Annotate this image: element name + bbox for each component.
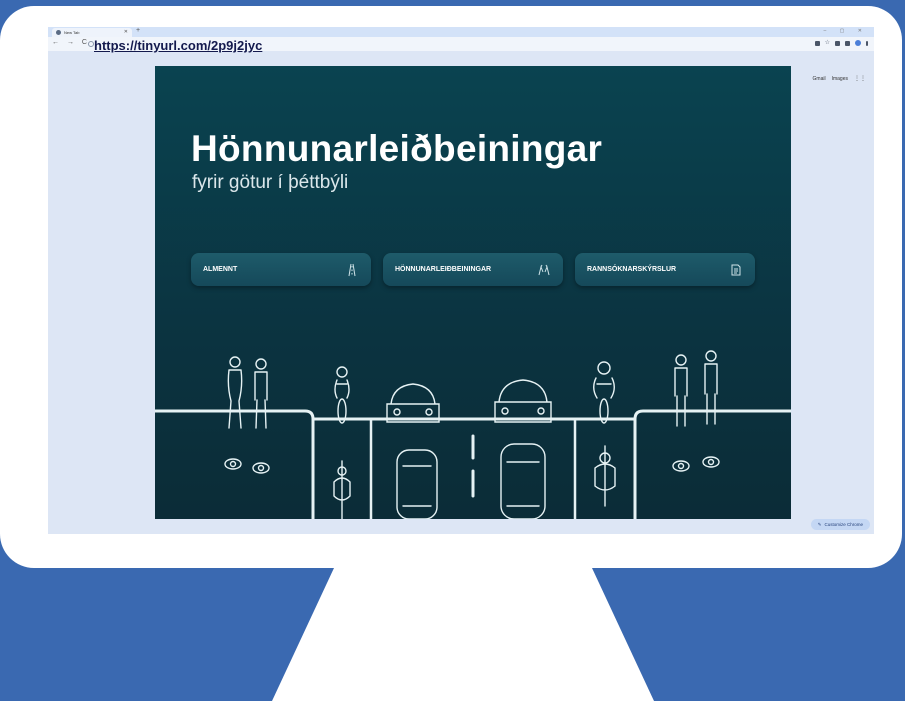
bike-top-left-icon xyxy=(333,460,351,519)
side-panel-icon[interactable] xyxy=(845,40,850,46)
close-tab-icon[interactable]: ✕ xyxy=(124,29,128,35)
website-viewport: Hönnunarleiðbeiningar fyrir götur í þétt… xyxy=(155,66,791,519)
customize-chrome-button[interactable]: ✎ Customize Chrome xyxy=(810,519,870,530)
pedestrians-right-icon xyxy=(674,350,718,427)
car-top-left-icon xyxy=(396,449,438,519)
apps-grid-icon[interactable]: ⋮⋮ xyxy=(854,75,866,82)
street-illustration xyxy=(155,350,791,519)
profile-avatar-icon[interactable] xyxy=(855,40,861,46)
tab-bar: New Tab ✕ + – ▢ ✕ xyxy=(48,27,874,37)
menu-dots-icon[interactable] xyxy=(866,40,868,46)
car-top-right-icon xyxy=(500,443,546,519)
browser-window: New Tab ✕ + – ▢ ✕ ← → C https://tinyurl.… xyxy=(48,27,874,534)
customize-label: Customize Chrome xyxy=(824,522,863,527)
car-front-right-icon xyxy=(494,379,552,423)
toolbar-icons: ☆ xyxy=(814,40,868,46)
ntp-top-links: Gmail Images ⋮⋮ xyxy=(813,75,866,83)
navigation-buttons[interactable]: ← → C xyxy=(52,39,90,46)
gmail-link[interactable]: Gmail xyxy=(813,76,826,82)
chrome-favicon-icon xyxy=(56,30,61,35)
bike-top-right-icon xyxy=(594,445,616,507)
images-link[interactable]: Images xyxy=(832,76,848,82)
window-controls[interactable]: – ▢ ✕ xyxy=(824,28,868,34)
new-tab-button[interactable]: + xyxy=(136,27,140,34)
bookmark-star-icon[interactable]: ☆ xyxy=(825,40,830,46)
toolbar: ← → C https://tinyurl.com/2p9j2jyc ☆ xyxy=(48,37,874,53)
pedestrians-top-right-icon xyxy=(672,456,720,472)
pedestrians-left-icon xyxy=(227,356,268,429)
extensions-icon[interactable] xyxy=(835,40,840,46)
address-bar[interactable]: https://tinyurl.com/2p9j2jyc xyxy=(94,38,262,53)
cyclist-right-icon xyxy=(593,361,615,424)
cyclist-left-icon xyxy=(334,366,350,424)
pencil-icon: ✎ xyxy=(817,521,822,527)
share-icon[interactable] xyxy=(814,40,820,46)
car-front-left-icon xyxy=(386,383,440,423)
tab-new-tab[interactable]: New Tab ✕ xyxy=(52,28,132,37)
tab-title: New Tab xyxy=(64,30,80,35)
pedestrians-top-left-icon xyxy=(224,458,270,474)
